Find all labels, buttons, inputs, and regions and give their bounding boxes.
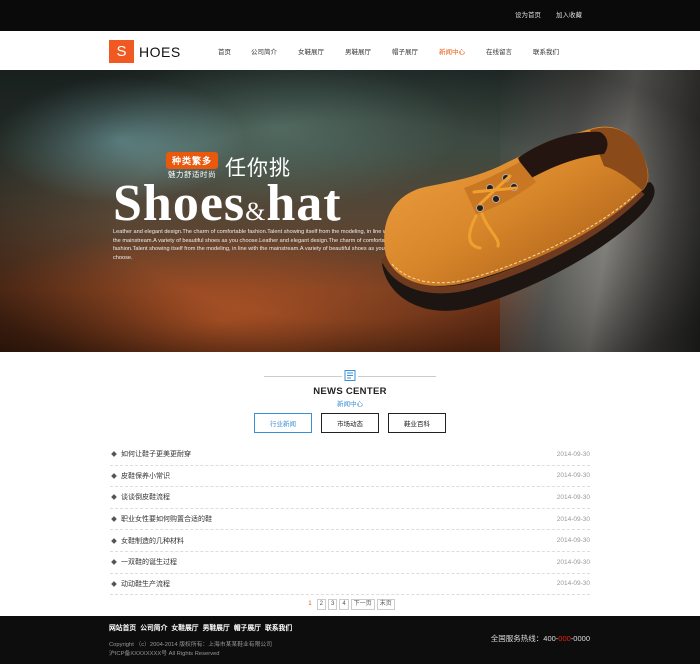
news-item-title[interactable]: 女鞋制造的几种材料 [121, 536, 184, 546]
news-item[interactable]: 职业女性要如何购置合适的鞋 2014-09-30 [110, 509, 590, 531]
page-4-button[interactable]: 4 [339, 599, 349, 610]
footer-link-women[interactable]: 女鞋展厅 [171, 622, 198, 632]
banner-brand: Shoes&hat [113, 174, 342, 233]
brand-amp: & [245, 197, 267, 226]
news-item-date: 2014-09-30 [556, 493, 590, 501]
news-item-title[interactable]: 一双鞋的诞生过程 [121, 557, 177, 567]
diamond-bullet-icon [111, 537, 117, 544]
news-item-date: 2014-09-30 [556, 537, 590, 545]
news-section-title: NEWS CENTER [313, 386, 387, 397]
brand-shoes: Shoes [113, 175, 246, 232]
set-homepage-link[interactable]: 设为首页 [515, 9, 541, 19]
news-list: 如何让鞋子更美更耐穿 2014-09-30 皮鞋保养小常识 2014-09-30 谈… [110, 444, 590, 596]
hotline-label: 全国服务热线： [490, 634, 544, 643]
nav-contact[interactable]: 联系我们 [533, 46, 573, 56]
diamond-bullet-icon [111, 473, 117, 479]
copyright-text: Copyright （c）2004-2014 版权所有：上海市某某鞋业有限公司 [109, 642, 272, 648]
nav-hats[interactable]: 帽子展厅 [392, 46, 439, 56]
news-item[interactable]: 一双鞋的诞生过程 2014-09-30 [110, 552, 590, 574]
hotline-part-b: 000 [558, 634, 571, 643]
news-item-title[interactable]: 动动鞋生产流程 [121, 579, 170, 589]
nav-women-shoes[interactable]: 女鞋展厅 [298, 46, 345, 56]
nav-about[interactable]: 公司简介 [251, 46, 298, 56]
hotline-part-a: 400- [543, 634, 559, 643]
last-page-button[interactable]: 末页 [376, 599, 395, 610]
news-item-date: 2014-09-30 [556, 515, 590, 523]
news-item-title[interactable]: 如何让鞋子更美更耐穿 [121, 449, 191, 459]
diamond-bullet-icon [111, 581, 117, 587]
nav-men-shoes[interactable]: 男鞋展厅 [345, 46, 392, 56]
shoe-image [380, 126, 655, 311]
footer-links: 网站首页 公司简介 女鞋展厅 男鞋展厅 帽子展厅 联系我们 [109, 622, 292, 632]
page-1-button[interactable]: 1 [305, 599, 314, 610]
service-hotline: 全国服务热线：400-000-0000 [491, 633, 590, 644]
news-item-date: 2014-09-30 [556, 580, 590, 588]
hotline-part-c: -0000 [570, 634, 590, 643]
pagination: 1 2 3 4 下一页 末页 [0, 599, 700, 610]
brand-hat: hat [266, 175, 342, 232]
news-item[interactable]: 如何让鞋子更美更耐穿 2014-09-30 [110, 444, 590, 466]
news-divider-left [264, 376, 342, 377]
diamond-bullet-icon [111, 559, 117, 566]
news-section-subtitle: 新闻中心 [337, 401, 363, 408]
footer-link-contact[interactable]: 联系我们 [265, 622, 292, 632]
page-2-button[interactable]: 2 [316, 599, 326, 610]
tab-shoe-encyclopedia[interactable]: 鞋业百科 [388, 413, 446, 433]
variety-badge: 种类繁多 [166, 152, 219, 169]
news-item-title[interactable]: 职业女性要如何购置合适的鞋 [121, 514, 212, 524]
news-item-title[interactable]: 谈谈倒皮鞋流程 [121, 492, 170, 502]
footer-link-hats[interactable]: 帽子展厅 [234, 622, 261, 632]
news-item-date: 2014-09-30 [556, 450, 590, 458]
tab-industry-news[interactable]: 行业新闻 [254, 413, 312, 433]
top-bar: 设为首页 加入收藏 [0, 0, 700, 31]
hero-banner[interactable]: 种类繁多 魅力舒适时尚 任你挑 Shoes&hat Leather and el… [0, 70, 700, 352]
diamond-bullet-icon [111, 516, 117, 522]
nav-message[interactable]: 在线留言 [486, 46, 533, 56]
nav-home[interactable]: 首页 [218, 46, 251, 56]
diamond-bullet-icon [111, 494, 117, 501]
diamond-bullet-icon [111, 451, 117, 458]
footer-link-about[interactable]: 公司简介 [140, 622, 167, 632]
banner-description: Leather and elegant design.The charm of … [113, 229, 393, 261]
main-nav: 首页 公司简介 女鞋展厅 男鞋展厅 帽子展厅 新闻中心 在线留言 联系我们 [218, 46, 573, 56]
logo-text: HOES [139, 43, 181, 60]
logo-letter: S [109, 40, 134, 63]
logo[interactable]: S HOES [109, 40, 181, 63]
news-icon [344, 370, 356, 381]
news-item-date: 2014-09-30 [556, 472, 590, 480]
icp-text: 沪ICP备XXXXXXXX号 All Rights Reserved [109, 651, 220, 657]
news-tabs: 行业新闻 市场动态 鞋业百科 [254, 413, 446, 433]
tab-market-trends[interactable]: 市场动态 [321, 413, 379, 433]
news-item-date: 2014-09-30 [556, 558, 590, 566]
news-divider-right [358, 376, 436, 377]
top-links: 设为首页 加入收藏 [515, 9, 582, 19]
footer: 网站首页 公司简介 女鞋展厅 男鞋展厅 帽子展厅 联系我们 Copyright … [0, 616, 700, 664]
header: S HOES 首页 公司简介 女鞋展厅 男鞋展厅 帽子展厅 新闻中心 在线留言 … [0, 31, 700, 70]
nav-news[interactable]: 新闻中心 [439, 46, 486, 56]
news-item-title[interactable]: 皮鞋保养小常识 [121, 471, 170, 481]
footer-link-men[interactable]: 男鞋展厅 [203, 622, 230, 632]
news-item[interactable]: 女鞋制造的几种材料 2014-09-30 [110, 530, 590, 552]
news-item[interactable]: 动动鞋生产流程 2014-09-30 [110, 574, 590, 596]
add-favorite-link[interactable]: 加入收藏 [556, 9, 582, 19]
footer-link-home[interactable]: 网站首页 [109, 622, 136, 632]
news-item[interactable]: 皮鞋保养小常识 2014-09-30 [110, 466, 590, 488]
page-3-button[interactable]: 3 [327, 599, 338, 610]
next-page-button[interactable]: 下一页 [350, 599, 375, 610]
news-item[interactable]: 谈谈倒皮鞋流程 2014-09-30 [110, 487, 590, 509]
